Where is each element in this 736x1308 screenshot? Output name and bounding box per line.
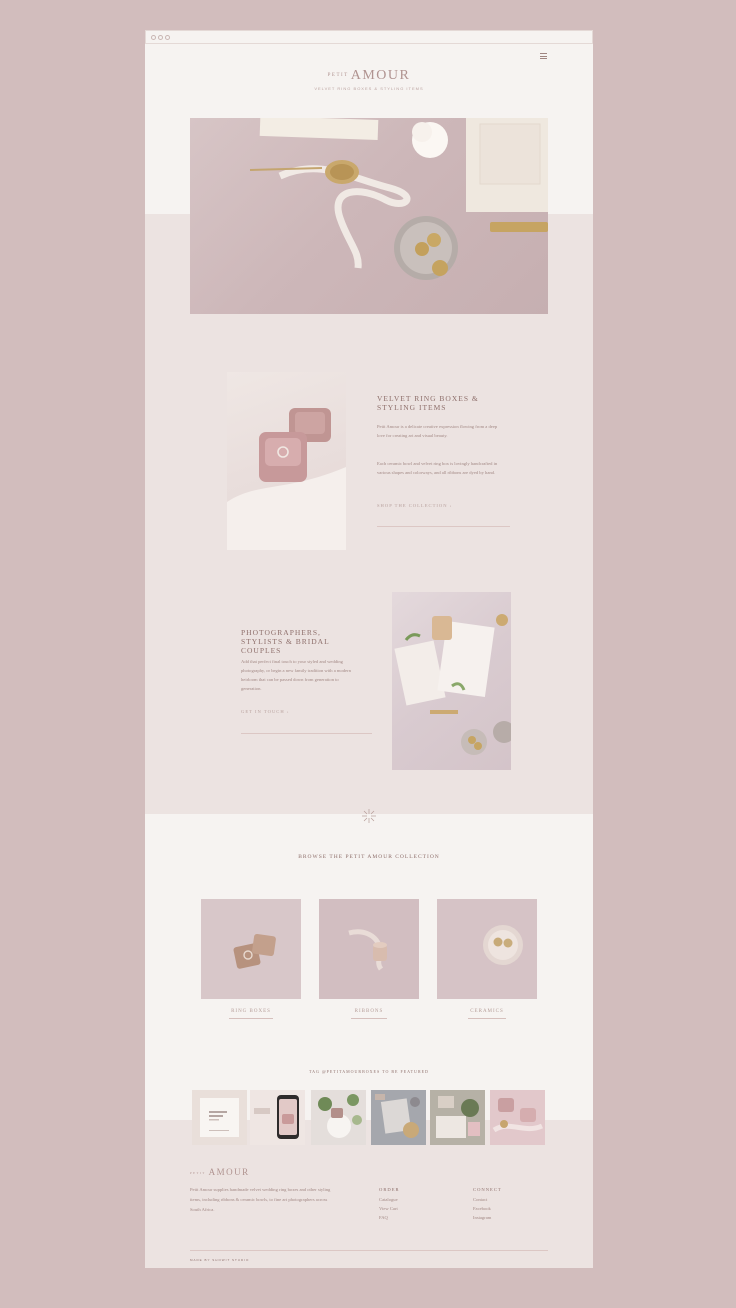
footer-link-faq[interactable]: FAQ	[379, 1215, 388, 1220]
feature2-title: PHOTOGRAPHERS, STYLISTS & BRIDAL COUPLES	[241, 628, 330, 655]
footer-link-view-cart[interactable]: View Cart	[379, 1206, 398, 1211]
footer-credit[interactable]: MADE BY SHOWIT STUDIO	[190, 1258, 249, 1262]
feature1-para1: Petit Amour is a delicate creative expre…	[377, 424, 498, 438]
footer-description: Petit Amour supplies handmade velvet wed…	[190, 1187, 331, 1212]
shop-collection-link[interactable]: SHOP THE COLLECTION ›	[377, 503, 452, 508]
footer-link-catalogue[interactable]: Catalogue	[379, 1197, 398, 1202]
collection-ring-boxes-label[interactable]: RING BOXES	[201, 1009, 301, 1014]
browser-window: PETIT AMOUR VELVET RING BOXES & STYLING I…	[145, 30, 593, 1268]
site-logo[interactable]: PETIT AMOUR	[145, 68, 593, 84]
feature2-divider	[241, 733, 372, 734]
feature1-divider	[377, 526, 510, 527]
collection-ribbons-label[interactable]: RIBBONS	[319, 1009, 419, 1014]
instagram-post-3[interactable]	[311, 1090, 366, 1145]
ring-box-image	[227, 372, 346, 550]
hamburger-menu-icon[interactable]	[540, 53, 547, 59]
collection-ceramics-underline	[468, 1018, 506, 1019]
chevron-right-icon: ›	[286, 709, 290, 714]
instagram-post-2[interactable]	[250, 1090, 305, 1145]
footer-link-facebook[interactable]: Facebook	[473, 1206, 491, 1211]
shop-collection-label: SHOP THE COLLECTION	[377, 503, 448, 508]
collection-ring-boxes-image[interactable]	[201, 899, 301, 999]
collection-ribbons-underline	[351, 1018, 387, 1019]
instagram-post-1[interactable]	[192, 1090, 247, 1145]
feature1-title: VELVET RING BOXES & STYLING ITEMS	[377, 394, 479, 412]
instagram-post-6[interactable]	[490, 1090, 545, 1145]
window-dot-minimize[interactable]	[158, 35, 163, 40]
footer-order-heading: ORDER	[379, 1187, 400, 1192]
site-tagline: VELVET RING BOXES & STYLING ITEMS	[314, 86, 424, 91]
get-in-touch-label: GET IN TOUCH	[241, 709, 285, 714]
collection-ring-boxes-underline	[229, 1018, 273, 1019]
browser-chrome	[145, 30, 593, 44]
instagram-post-4[interactable]	[371, 1090, 426, 1145]
instagram-tag-title: TAG @PETITAMOURBOXES TO BE FEATURED	[309, 1069, 429, 1074]
collection-title: BROWSE THE PETIT AMOUR COLLECTION	[298, 854, 440, 860]
window-dot-maximize[interactable]	[165, 35, 170, 40]
window-dot-close[interactable]	[151, 35, 156, 40]
footer-link-contact[interactable]: Contact	[473, 1197, 487, 1202]
stationery-flatlay-image	[392, 592, 511, 770]
footer-link-instagram[interactable]: Instagram	[473, 1215, 491, 1220]
feature2-para: Add that perfect final touch to your sty…	[241, 659, 351, 691]
collection-ceramics-label[interactable]: CERAMICS	[437, 1009, 537, 1014]
get-in-touch-link[interactable]: GET IN TOUCH ›	[241, 709, 289, 714]
footer-divider	[190, 1250, 548, 1251]
logo-main-text: AMOUR	[350, 68, 411, 83]
hero-image	[190, 118, 548, 314]
collection-ribbons-image[interactable]	[319, 899, 419, 999]
collection-ceramics-image[interactable]	[437, 899, 537, 999]
logo-small-text: PETIT	[327, 73, 349, 79]
footer-connect-heading: CONNECT	[473, 1187, 502, 1192]
chevron-right-icon: ›	[449, 503, 453, 508]
footer-logo-small: PETIT	[190, 1170, 206, 1175]
divider-ornament-icon	[361, 808, 377, 824]
feature1-para2: Each ceramic bowl and velvet ring box is…	[377, 461, 498, 475]
instagram-post-5[interactable]	[430, 1090, 485, 1145]
footer-logo-main: AMOUR	[208, 1167, 250, 1177]
footer-logo[interactable]: PETIT AMOUR	[190, 1167, 250, 1177]
